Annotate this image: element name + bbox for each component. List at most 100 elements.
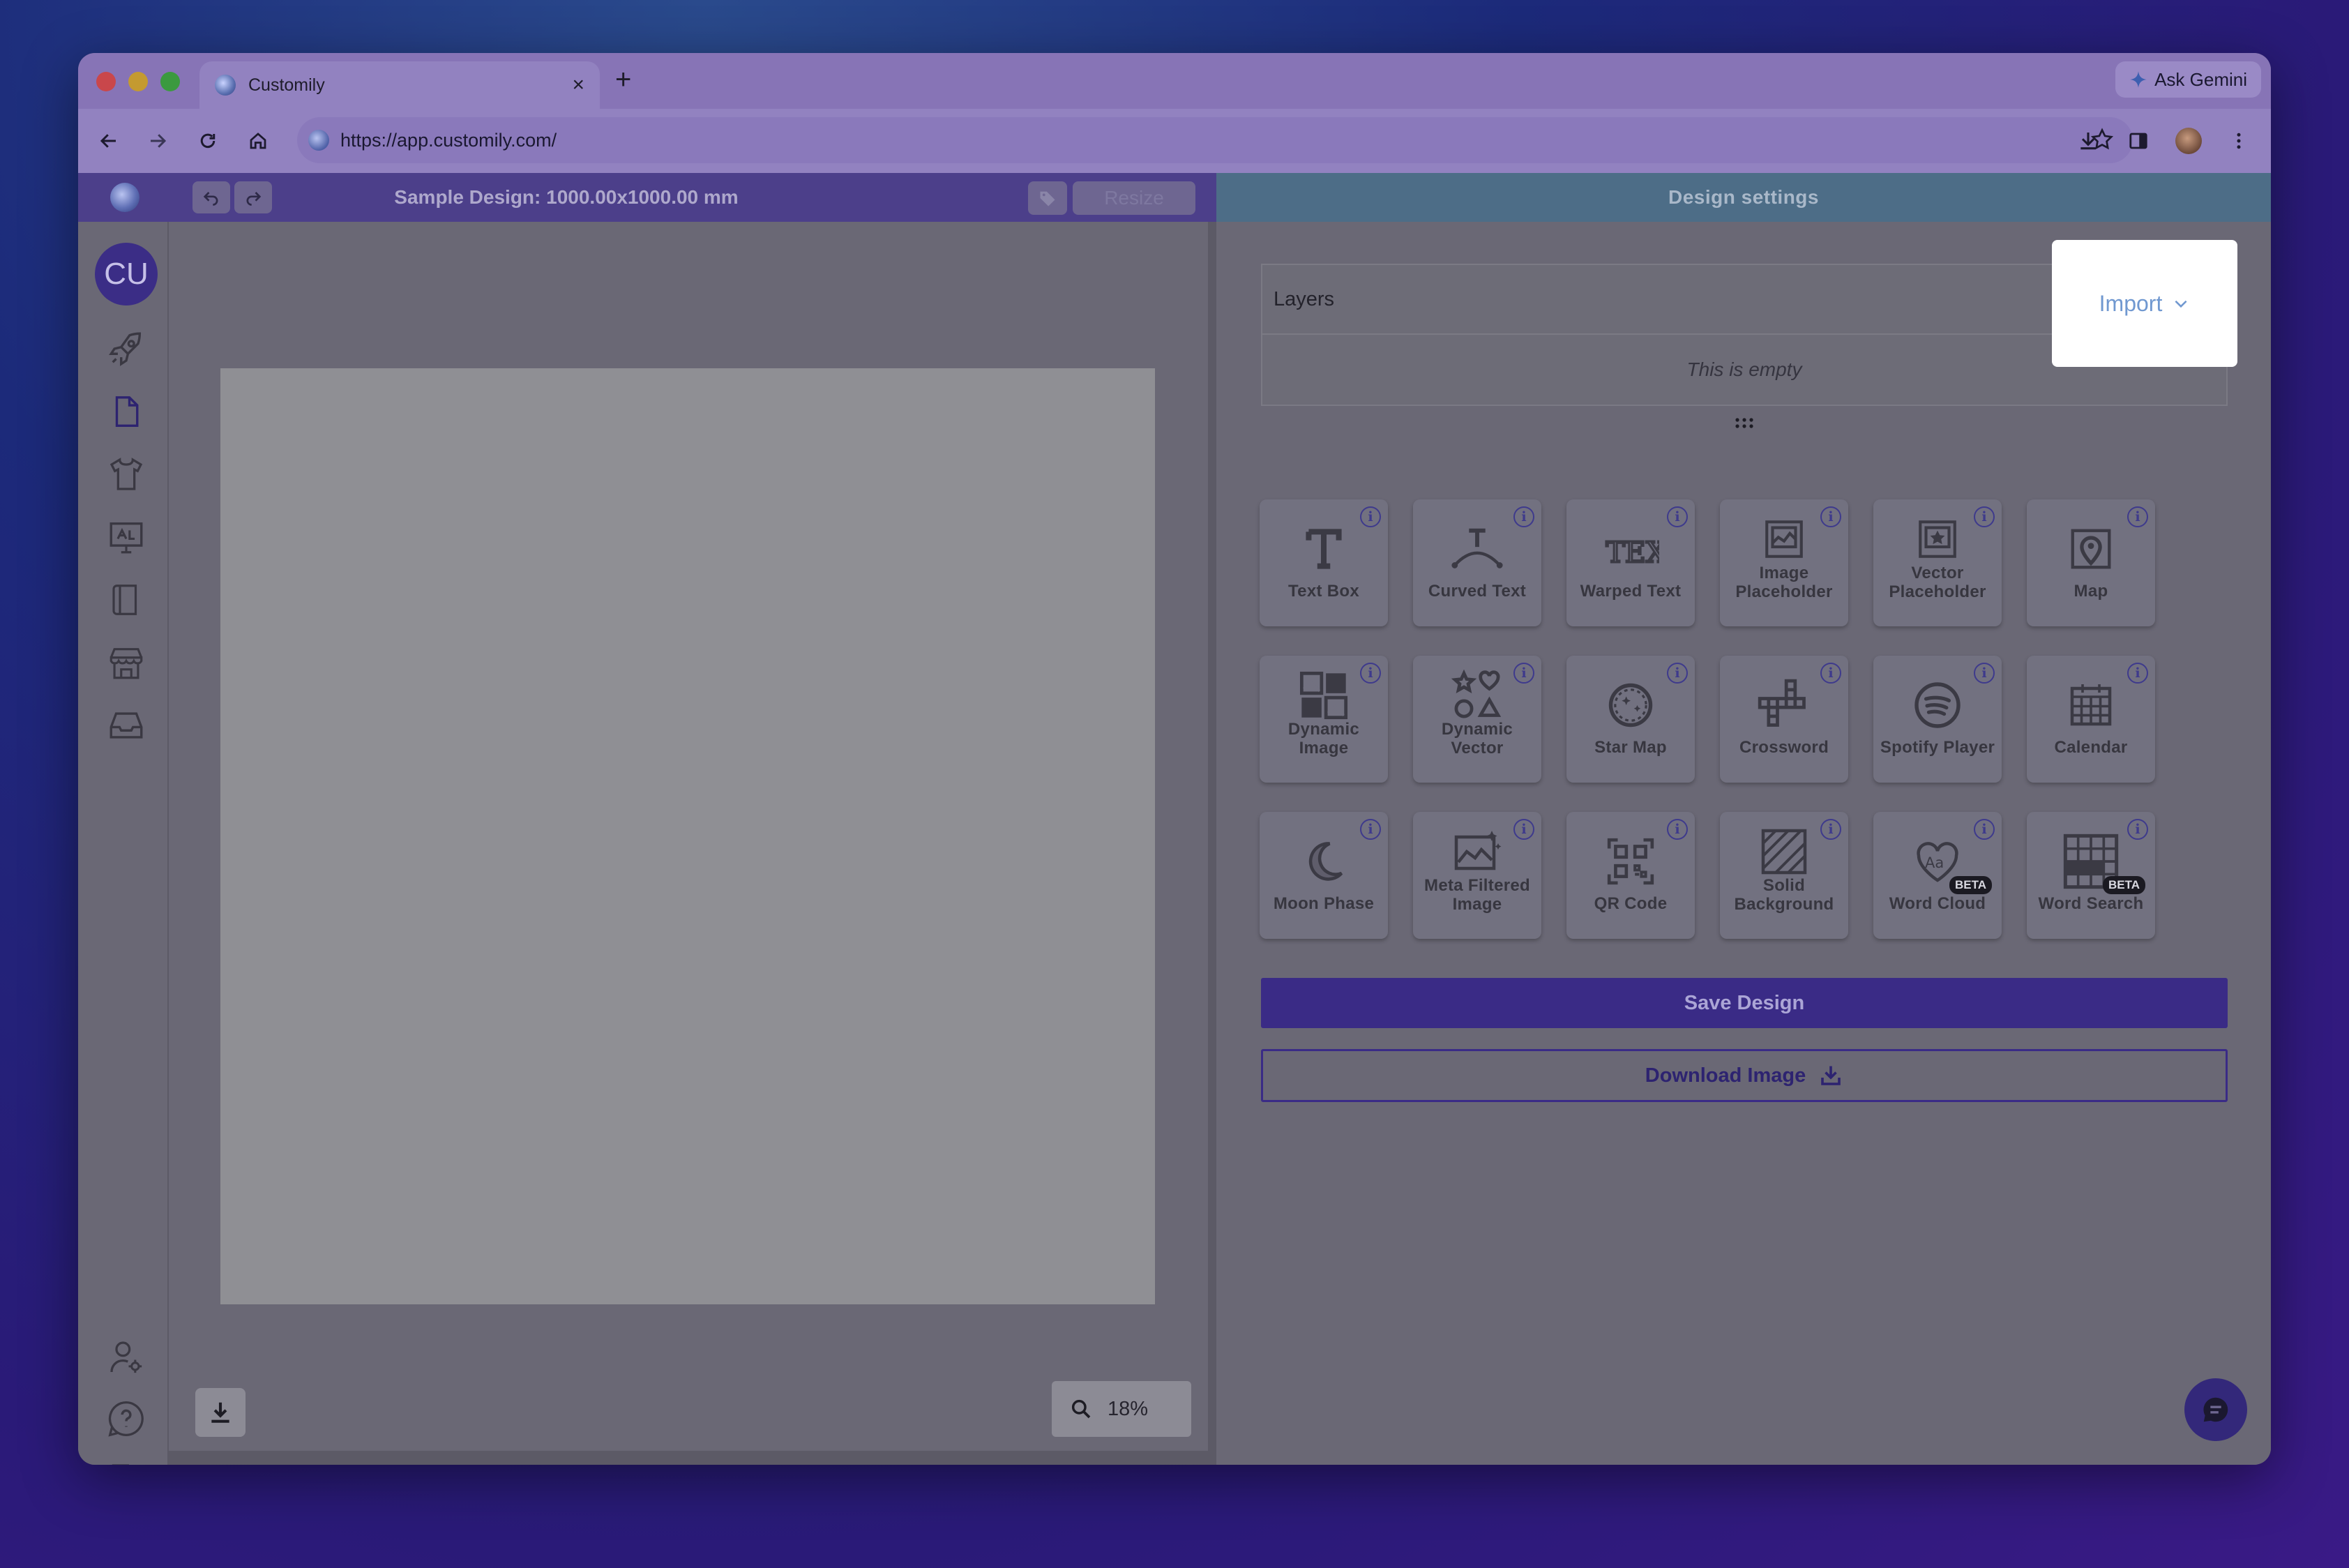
info-icon[interactable]: i xyxy=(1974,819,1995,840)
element-card-label: Crossword xyxy=(1739,738,1829,757)
canvas-download-button[interactable] xyxy=(195,1388,246,1437)
tab-close-icon[interactable]: × xyxy=(572,73,584,97)
element-card-vector-placeholder[interactable]: Vector Placeholder i xyxy=(1873,499,2002,626)
file-icon[interactable] xyxy=(104,389,149,434)
element-card-label: Dynamic Vector xyxy=(1441,720,1513,757)
info-icon[interactable]: i xyxy=(1360,506,1381,527)
element-card-spotify-player[interactable]: Spotify Player i xyxy=(1873,656,2002,783)
address-bar[interactable]: https://app.customily.com/ xyxy=(297,117,2133,163)
zoom-control[interactable]: 18% xyxy=(1052,1381,1191,1437)
info-icon[interactable]: i xyxy=(2127,663,2148,684)
chevron-down-icon xyxy=(2175,300,2187,308)
tag-button[interactable] xyxy=(1028,181,1067,215)
element-card-label: Map xyxy=(2074,582,2108,601)
back-icon[interactable] xyxy=(92,124,126,158)
element-card-crossword[interactable]: Crossword i xyxy=(1720,656,1848,783)
warped-text-icon: TEXT xyxy=(1602,520,1659,578)
design-canvas-area[interactable] xyxy=(169,222,1211,1451)
element-card-solid-background[interactable]: Solid Background i xyxy=(1720,812,1848,939)
canvas-vertical-scrollbar[interactable] xyxy=(1208,222,1216,1465)
user-settings-icon[interactable] xyxy=(104,1335,149,1380)
info-icon[interactable]: i xyxy=(2127,819,2148,840)
tab-title: Customily xyxy=(248,75,325,95)
book-icon[interactable] xyxy=(104,578,149,622)
resize-button[interactable]: Resize xyxy=(1073,181,1195,215)
browser-tab[interactable]: Customily × xyxy=(199,61,600,109)
element-card-image-placeholder[interactable]: Image Placeholder i xyxy=(1720,499,1848,626)
element-card-qr-code[interactable]: QR Code i xyxy=(1566,812,1695,939)
logout-icon[interactable] xyxy=(104,1458,149,1465)
forward-icon[interactable] xyxy=(141,124,174,158)
menu-kebab-icon[interactable] xyxy=(2222,124,2256,158)
info-icon[interactable]: i xyxy=(1360,663,1381,684)
info-icon[interactable]: i xyxy=(1513,663,1534,684)
home-icon[interactable] xyxy=(241,124,275,158)
zoom-search-icon xyxy=(1071,1399,1091,1419)
element-card-calendar[interactable]: Calendar i xyxy=(2027,656,2155,783)
info-icon[interactable]: i xyxy=(2127,506,2148,527)
user-avatar[interactable]: CU xyxy=(95,243,158,306)
download-image-button[interactable]: Download Image xyxy=(1261,1049,2228,1102)
element-card-meta-filtered-image[interactable]: Meta Filtered Image i xyxy=(1413,812,1541,939)
text-box-icon xyxy=(1295,520,1352,578)
site-info-icon[interactable] xyxy=(308,130,329,151)
calendar-icon xyxy=(2062,677,2120,734)
customily-logo-icon[interactable] xyxy=(110,183,139,212)
tshirt-icon[interactable] xyxy=(104,452,149,497)
design-canvas[interactable] xyxy=(220,368,1155,1304)
element-card-star-map[interactable]: Star Map i xyxy=(1566,656,1695,783)
image-placeholder-icon xyxy=(1755,515,1813,564)
info-icon[interactable]: i xyxy=(1820,663,1841,684)
beta-badge: BETA xyxy=(1949,876,1992,894)
close-window-button[interactable] xyxy=(96,72,116,91)
rocket-icon[interactable] xyxy=(104,326,149,371)
favicon-icon xyxy=(215,75,236,96)
chat-support-button[interactable] xyxy=(2184,1378,2247,1441)
side-panel-icon[interactable] xyxy=(2122,124,2155,158)
element-card-label: Vector Placeholder xyxy=(1889,564,1986,601)
qr-code-icon xyxy=(1602,833,1659,890)
info-icon[interactable]: i xyxy=(1820,506,1841,527)
info-icon[interactable]: i xyxy=(1974,663,1995,684)
info-icon[interactable]: i xyxy=(1513,819,1534,840)
monitor-icon[interactable] xyxy=(104,515,149,559)
element-card-warped-text[interactable]: TEXT Warped Text i xyxy=(1566,499,1695,626)
save-design-button[interactable]: Save Design xyxy=(1261,978,2228,1028)
redo-button[interactable] xyxy=(234,181,272,213)
minimize-window-button[interactable] xyxy=(128,72,148,91)
moon-icon xyxy=(1295,833,1352,890)
ask-gemini-button[interactable]: Ask Gemini xyxy=(2115,61,2261,98)
element-card-word-cloud[interactable]: Aa Word Cloud i BETA xyxy=(1873,812,2002,939)
reload-icon[interactable] xyxy=(191,124,225,158)
info-icon[interactable]: i xyxy=(1667,506,1688,527)
canvas-horizontal-scrollbar[interactable] xyxy=(169,1451,1208,1465)
element-card-label: Solid Background xyxy=(1734,876,1834,914)
import-dropdown-button[interactable]: Import xyxy=(2053,241,2236,365)
element-card-curved-text[interactable]: Curved Text i xyxy=(1413,499,1541,626)
downloads-icon[interactable] xyxy=(2071,124,2105,158)
element-card-dynamic-image[interactable]: Dynamic Image i xyxy=(1260,656,1388,783)
info-icon[interactable]: i xyxy=(1974,506,1995,527)
info-icon[interactable]: i xyxy=(1360,819,1381,840)
store-icon[interactable] xyxy=(104,640,149,685)
element-card-text-box[interactable]: Text Box i xyxy=(1260,499,1388,626)
element-card-dynamic-vector[interactable]: Dynamic Vector i xyxy=(1413,656,1541,783)
inbox-icon[interactable] xyxy=(104,703,149,748)
element-card-map[interactable]: Map i xyxy=(2027,499,2155,626)
info-icon[interactable]: i xyxy=(1820,819,1841,840)
ask-gemini-label: Ask Gemini xyxy=(2154,68,2247,90)
help-icon[interactable] xyxy=(104,1396,149,1441)
element-card-label: Word Search xyxy=(2038,894,2144,913)
drag-handle-icon[interactable] xyxy=(1734,417,1755,430)
left-sidebar: CU xyxy=(78,222,169,1465)
element-card-word-search[interactable]: Word Search i BETA xyxy=(2027,812,2155,939)
tag-icon xyxy=(1040,191,1055,206)
profile-avatar[interactable] xyxy=(2172,124,2205,158)
new-tab-button[interactable]: + xyxy=(615,64,631,96)
undo-button[interactable] xyxy=(192,181,230,213)
info-icon[interactable]: i xyxy=(1667,819,1688,840)
element-card-moon-phase[interactable]: Moon Phase i xyxy=(1260,812,1388,939)
info-icon[interactable]: i xyxy=(1667,663,1688,684)
info-icon[interactable]: i xyxy=(1513,506,1534,527)
maximize-window-button[interactable] xyxy=(160,72,180,91)
